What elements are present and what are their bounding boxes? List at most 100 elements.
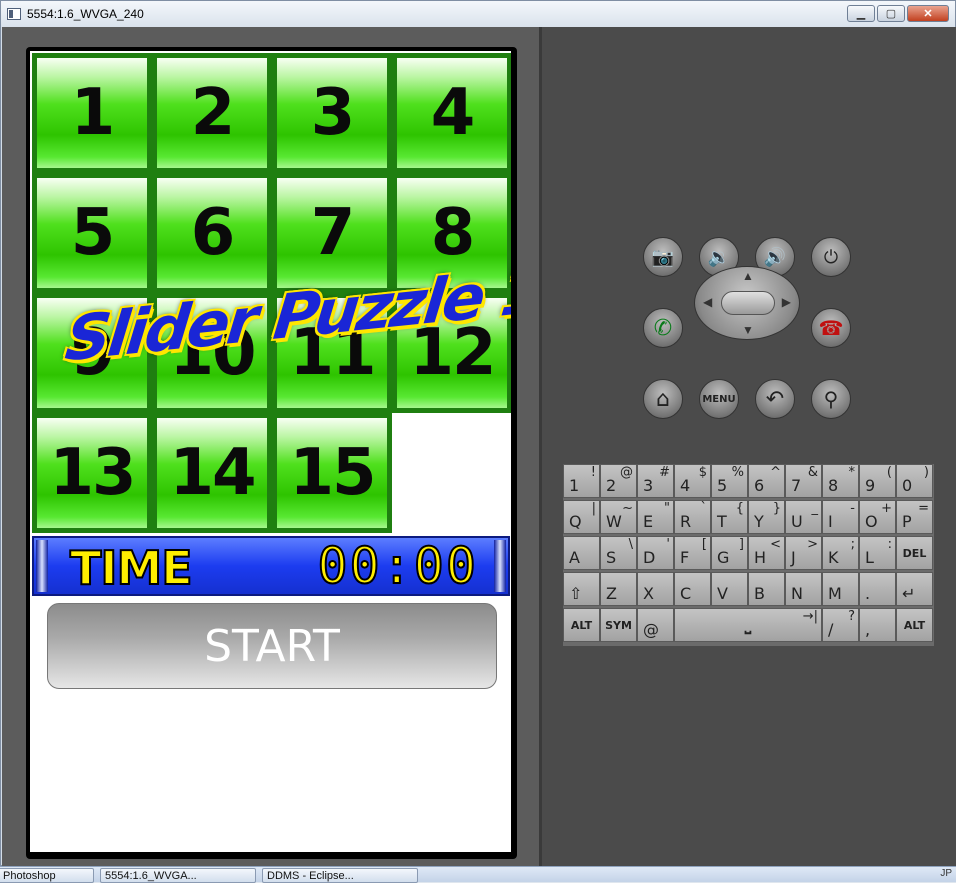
back-icon[interactable]: ↶ — [755, 379, 795, 419]
key-row3-6[interactable]: J > — [785, 536, 822, 570]
key-row4-9[interactable]: ↵ — [896, 572, 933, 606]
tile-4[interactable]: 4 — [392, 53, 511, 173]
key-label: G — [717, 548, 730, 567]
key-row3-0[interactable]: A — [563, 536, 600, 570]
dpad-down-icon[interactable]: ▼ — [742, 323, 754, 337]
key-row2-9[interactable]: P = — [896, 500, 933, 534]
tile-15[interactable]: 15 — [272, 413, 392, 533]
taskbar-item-ddms[interactable]: DDMS - Eclipse... — [262, 868, 418, 883]
key-row2-7[interactable]: I- — [822, 500, 859, 534]
dpad-right-icon[interactable]: ▶ — [782, 295, 791, 309]
key-row3-7[interactable]: K; — [822, 536, 859, 570]
screen-bezel: 1 2 3 4 5 6 7 8 9 10 11 12 13 14 15 Slid… — [26, 47, 517, 859]
key-row2-6[interactable]: U _ — [785, 500, 822, 534]
key-row3-2[interactable]: D ' — [637, 536, 674, 570]
tile-13[interactable]: 13 — [32, 413, 152, 533]
key-shift-label: - — [850, 501, 855, 516]
key-row3-1[interactable]: S \ — [600, 536, 637, 570]
key-row5-6[interactable]: ALT — [896, 608, 933, 642]
key-row1-5[interactable]: 6 ^ — [748, 464, 785, 498]
key-row1-0[interactable]: 1! — [563, 464, 600, 498]
tile-2[interactable]: 2 — [152, 53, 272, 173]
home-icon[interactable]: ⌂ — [643, 379, 683, 419]
time-bar: TIME 00:00 — [32, 536, 510, 596]
tile-6[interactable]: 6 — [152, 173, 272, 293]
key-shift-label: ] — [738, 537, 744, 552]
power-icon[interactable]: ⏻ — [811, 237, 851, 277]
title-bar[interactable]: 5554:1.6_WVGA_240 ▁ ▢ ✕ — [1, 1, 955, 27]
key-row4-8[interactable]: . — [859, 572, 896, 606]
space-key[interactable]: ⎵ →| — [674, 608, 822, 642]
key-row3-9[interactable]: DEL — [896, 536, 933, 570]
key-label: 1 — [569, 476, 580, 495]
key-label: . — [865, 584, 871, 603]
call-icon[interactable]: ✆ — [643, 308, 683, 348]
key-row5-0[interactable]: ALT — [563, 608, 600, 642]
key-row1-1[interactable]: 2 @ — [600, 464, 637, 498]
key-row2-8[interactable]: O + — [859, 500, 896, 534]
end-call-icon[interactable]: ☎ — [811, 308, 851, 348]
key-label: O — [865, 512, 878, 531]
key-row2-0[interactable]: Q | — [563, 500, 600, 534]
dpad-up-icon[interactable]: ▲ — [742, 269, 754, 283]
key-row4-7[interactable]: M — [822, 572, 859, 606]
key-row5-1[interactable]: SYM — [600, 608, 637, 642]
key-label: E — [643, 512, 654, 531]
key-row1-6[interactable]: 7 & — [785, 464, 822, 498]
key-label: K — [828, 548, 839, 567]
timebar-left-cap — [36, 540, 48, 592]
key-row4-6[interactable]: N — [785, 572, 822, 606]
key-row2-5[interactable]: Y} — [748, 500, 785, 534]
key-row1-8[interactable]: 9( — [859, 464, 896, 498]
key-row4-2[interactable]: X — [637, 572, 674, 606]
minimize-button[interactable]: ▁ — [847, 5, 875, 22]
tile-3[interactable]: 3 — [272, 53, 392, 173]
ime-indicator[interactable]: JP — [940, 868, 952, 879]
menu-button[interactable]: MENU — [699, 379, 739, 419]
dpad-center-button[interactable] — [721, 291, 775, 315]
key-row4-4[interactable]: V — [711, 572, 748, 606]
dpad-left-icon[interactable]: ◀ — [703, 295, 712, 309]
key-label: M — [828, 584, 842, 603]
key-row1-4[interactable]: 5% — [711, 464, 748, 498]
key-label: ⎵ — [744, 615, 752, 634]
close-button[interactable]: ✕ — [907, 5, 949, 22]
key-row5-5[interactable]: , — [859, 608, 896, 642]
key-row2-2[interactable]: E " — [637, 500, 674, 534]
key-label: B — [754, 584, 765, 603]
search-icon[interactable]: ⚲ — [811, 379, 851, 419]
taskbar-item-photoshop[interactable]: Photoshop — [0, 868, 94, 883]
key-row3-5[interactable]: H < — [748, 536, 785, 570]
key-shift-label: ( — [886, 465, 892, 480]
key-row2-1[interactable]: W ~ — [600, 500, 637, 534]
key-row1-9[interactable]: 0) — [896, 464, 933, 498]
key-row3-3[interactable]: F[ — [674, 536, 711, 570]
tile-5[interactable]: 5 — [32, 173, 152, 293]
key-row1-3[interactable]: 4 $ — [674, 464, 711, 498]
key-row4-0[interactable]: ⇧ — [563, 572, 600, 606]
key-row4-3[interactable]: C — [674, 572, 711, 606]
taskbar-item-emulator[interactable]: 5554:1.6_WVGA... — [100, 868, 256, 883]
key-shift-label: [ — [701, 537, 707, 552]
tile-14[interactable]: 14 — [152, 413, 272, 533]
key-row5-2[interactable]: @ — [637, 608, 674, 642]
camera-icon[interactable]: 📷 — [643, 237, 683, 277]
key-label: H — [754, 548, 767, 567]
key-row3-4[interactable]: G] — [711, 536, 748, 570]
key-row1-7[interactable]: 8 * — [822, 464, 859, 498]
tile-1[interactable]: 1 — [32, 53, 152, 173]
key-row5-4[interactable]: /? — [822, 608, 859, 642]
key-row4-1[interactable]: Z — [600, 572, 637, 606]
dpad[interactable]: ▲ ▼ ◀ ▶ — [694, 266, 800, 340]
key-label: W — [606, 512, 622, 531]
key-row1-2[interactable]: 3 # — [637, 464, 674, 498]
key-row2-3[interactable]: R ` — [674, 500, 711, 534]
timebar-right-cap — [494, 540, 506, 592]
maximize-button[interactable]: ▢ — [877, 5, 905, 22]
key-row4-5[interactable]: B — [748, 572, 785, 606]
key-row3-8[interactable]: L: — [859, 536, 896, 570]
key-row2-4[interactable]: T{ — [711, 500, 748, 534]
start-button[interactable]: START — [47, 603, 497, 689]
device-screen[interactable]: 1 2 3 4 5 6 7 8 9 10 11 12 13 14 15 Slid… — [30, 51, 511, 852]
key-shift-label: →| — [802, 609, 818, 624]
